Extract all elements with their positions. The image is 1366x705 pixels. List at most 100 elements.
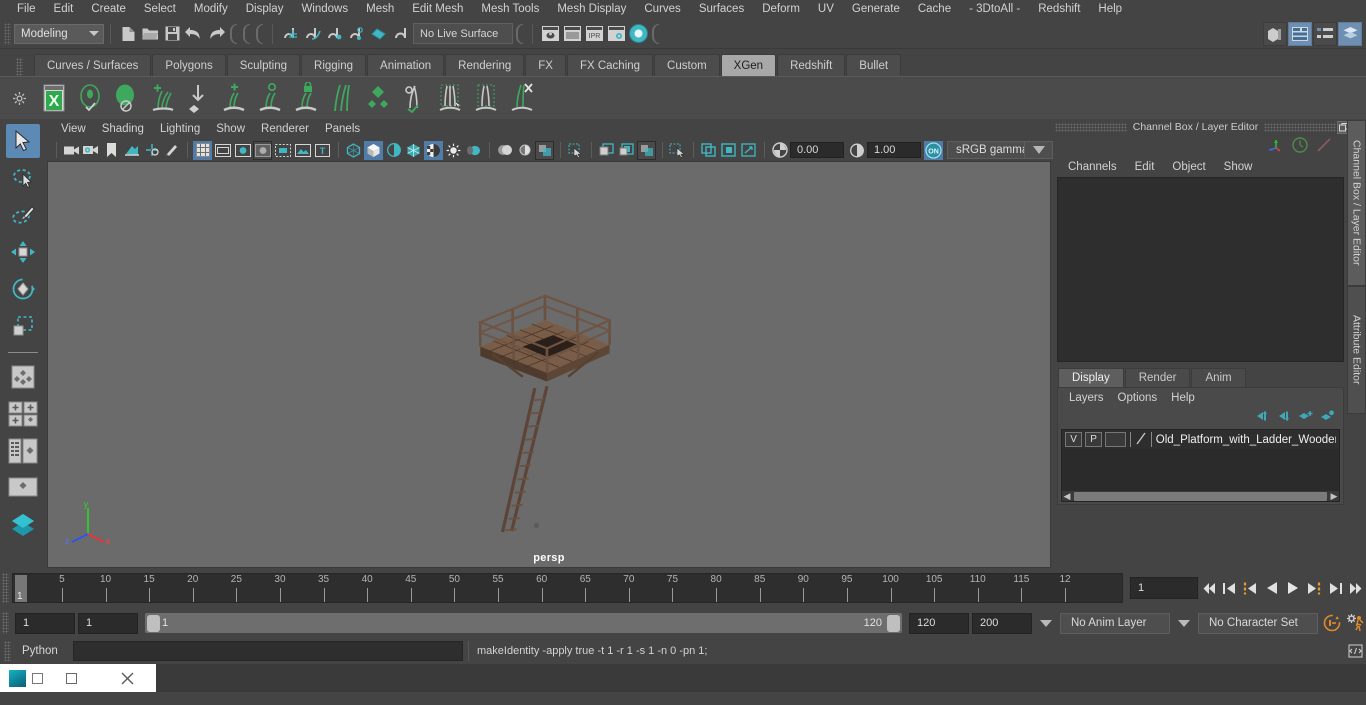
command-input[interactable]: [73, 641, 463, 661]
show-hide-attribute-editor-icon[interactable]: [1288, 21, 1312, 46]
shelf-tab-redshift[interactable]: Redshift: [777, 54, 846, 76]
snap-to-point-icon[interactable]: [323, 23, 345, 45]
channel-speed-icon[interactable]: [1292, 136, 1308, 156]
xray-active-components-icon[interactable]: [617, 141, 636, 160]
paint-select-tool[interactable]: [6, 198, 40, 232]
move-layer-up-icon[interactable]: [1254, 410, 1269, 425]
select-camera-icon[interactable]: [62, 141, 81, 160]
animation-end-time-field[interactable]: 200: [972, 612, 1032, 634]
marquee-select-icon[interactable]: [668, 141, 687, 160]
quick-layout-four[interactable]: [6, 397, 40, 431]
select-tool[interactable]: [5, 124, 40, 158]
auto-key-icon[interactable]: [1321, 611, 1342, 635]
xgen-add-guides-icon[interactable]: [145, 80, 178, 116]
shelf-tab-animation[interactable]: Animation: [367, 54, 445, 76]
menu-redshift[interactable]: Redshift: [1029, 1, 1089, 18]
hide-viewport-icon[interactable]: [637, 140, 656, 160]
film-gate-icon[interactable]: [213, 141, 232, 160]
redo-previous-render-icon[interactable]: [561, 23, 583, 45]
go-to-start-icon[interactable]: [1198, 576, 1219, 600]
two-d-pan-zoom-icon[interactable]: [142, 141, 161, 160]
channel-menu-object[interactable]: Object: [1163, 160, 1214, 174]
gamma-value-field[interactable]: 1.00: [867, 142, 921, 158]
layer-row[interactable]: V P Old_Platform_with_Ladder_Wooden_: [1062, 430, 1339, 449]
script-editor-icon[interactable]: [1344, 641, 1366, 661]
scrollbar-thumb[interactable]: [1074, 491, 1327, 501]
menu-mesh[interactable]: Mesh: [357, 1, 403, 18]
menu-edit-mesh[interactable]: Edit Mesh: [403, 1, 472, 18]
grease-pencil-icon[interactable]: [162, 141, 181, 160]
menu-windows[interactable]: Windows: [292, 1, 357, 18]
close-icon[interactable]: [100, 672, 157, 685]
shelf-tab-sculpting[interactable]: Sculpting: [226, 54, 301, 76]
time-slider[interactable]: 1 5 10 15 20 25 30 35 40 45 50 55 60 65 70 75 80 85 90 95 1…: [12, 573, 1123, 603]
manipulator-icon[interactable]: [1267, 137, 1284, 156]
menu-set-selector[interactable]: Modeling: [14, 23, 104, 44]
toggle-hypershade-icon[interactable]: [627, 23, 649, 45]
color-management-dropdown[interactable]: sRGB gamma: [947, 141, 1053, 159]
show-hide-tool-settings-icon[interactable]: [1313, 21, 1337, 46]
exposure-value-field[interactable]: 0.00: [790, 142, 844, 158]
scroll-left-icon[interactable]: ◀: [1062, 491, 1072, 501]
channel-menu-channels[interactable]: Channels: [1059, 160, 1126, 174]
shelf-tab-xgen[interactable]: XGen: [720, 54, 777, 76]
undo-icon[interactable]: [183, 23, 205, 45]
snap-to-view-plane-icon[interactable]: [367, 23, 389, 45]
menu-uv[interactable]: UV: [809, 1, 843, 18]
shelf-tab-curves-surfaces[interactable]: Curves / Surfaces: [34, 54, 152, 76]
menu-curves[interactable]: Curves: [635, 1, 689, 18]
color-management-toggle-icon[interactable]: ON: [924, 140, 943, 160]
move-layer-down-icon[interactable]: [1276, 410, 1291, 425]
animation-preferences-icon[interactable]: [1345, 611, 1366, 635]
snap-to-grid-icon[interactable]: [279, 23, 301, 45]
new-scene-icon[interactable]: [117, 23, 139, 45]
channel-box-content[interactable]: [1057, 177, 1344, 362]
show-hide-channel-box-icon[interactable]: [1338, 21, 1362, 46]
quick-layout-hypershade[interactable]: [6, 508, 40, 542]
range-start-handle[interactable]: [147, 614, 160, 632]
menu-surfaces[interactable]: Surfaces: [690, 1, 753, 18]
step-back-keyframe-icon[interactable]: [1219, 576, 1240, 600]
shelf-tab-rigging[interactable]: Rigging: [301, 54, 367, 76]
layer-playback-toggle[interactable]: P: [1085, 432, 1103, 447]
menu-edit[interactable]: Edit: [45, 1, 83, 18]
shelf-tab-custom[interactable]: Custom: [654, 54, 720, 76]
shelf-tab-rendering[interactable]: Rendering: [445, 54, 525, 76]
gamma-control-icon[interactable]: [847, 141, 866, 160]
xgen-sphere-icon[interactable]: [109, 80, 142, 116]
character-set-dropdown-arrow-icon[interactable]: [1178, 619, 1190, 627]
range-slider-grip[interactable]: [2, 612, 9, 634]
duplicate-view-icon[interactable]: [699, 141, 718, 160]
quick-layout-outliner-persp[interactable]: [6, 434, 40, 468]
bookmark-icon[interactable]: [102, 141, 121, 160]
safe-action-icon[interactable]: [293, 141, 312, 160]
snap-to-curve-icon[interactable]: [301, 23, 323, 45]
step-forward-frame-icon[interactable]: [1303, 576, 1324, 600]
layer-tab-render[interactable]: Render: [1124, 368, 1191, 387]
menu-display[interactable]: Display: [237, 1, 293, 18]
viewport-menu-panels[interactable]: Panels: [317, 122, 368, 136]
shelf-tab-fx-caching[interactable]: FX Caching: [566, 54, 654, 76]
viewport-menu-lighting[interactable]: Lighting: [152, 122, 208, 136]
step-back-frame-icon[interactable]: [1240, 576, 1261, 600]
playback-start-time-field[interactable]: 1: [78, 612, 138, 634]
maximize-icon[interactable]: [43, 672, 100, 684]
restore-icon[interactable]: [32, 672, 43, 684]
xgen-editor-icon[interactable]: X: [37, 80, 70, 116]
xgen-select-region-icon[interactable]: [253, 80, 286, 116]
command-line-grip[interactable]: [4, 641, 11, 661]
anim-layer-dropdown-arrow-icon[interactable]: [1040, 619, 1052, 627]
shelf-tab-fx[interactable]: FX: [525, 54, 566, 76]
xgen-add-grooming-icon[interactable]: [217, 80, 250, 116]
channel-menu-edit[interactable]: Edit: [1126, 160, 1164, 174]
camera-attributes-icon[interactable]: [82, 141, 101, 160]
scroll-right-icon[interactable]: ▶: [1329, 491, 1339, 501]
image-plane-icon[interactable]: [122, 141, 141, 160]
panel-grip-left[interactable]: [1055, 122, 1127, 132]
xgen-delete-icon[interactable]: [505, 80, 538, 116]
save-scene-icon[interactable]: [161, 23, 183, 45]
wireframe-icon[interactable]: [344, 141, 363, 160]
xgen-cut-icon[interactable]: [397, 80, 430, 116]
anim-layer-selector[interactable]: No Anim Layer: [1060, 612, 1170, 634]
use-default-lighting-icon[interactable]: [404, 141, 423, 160]
